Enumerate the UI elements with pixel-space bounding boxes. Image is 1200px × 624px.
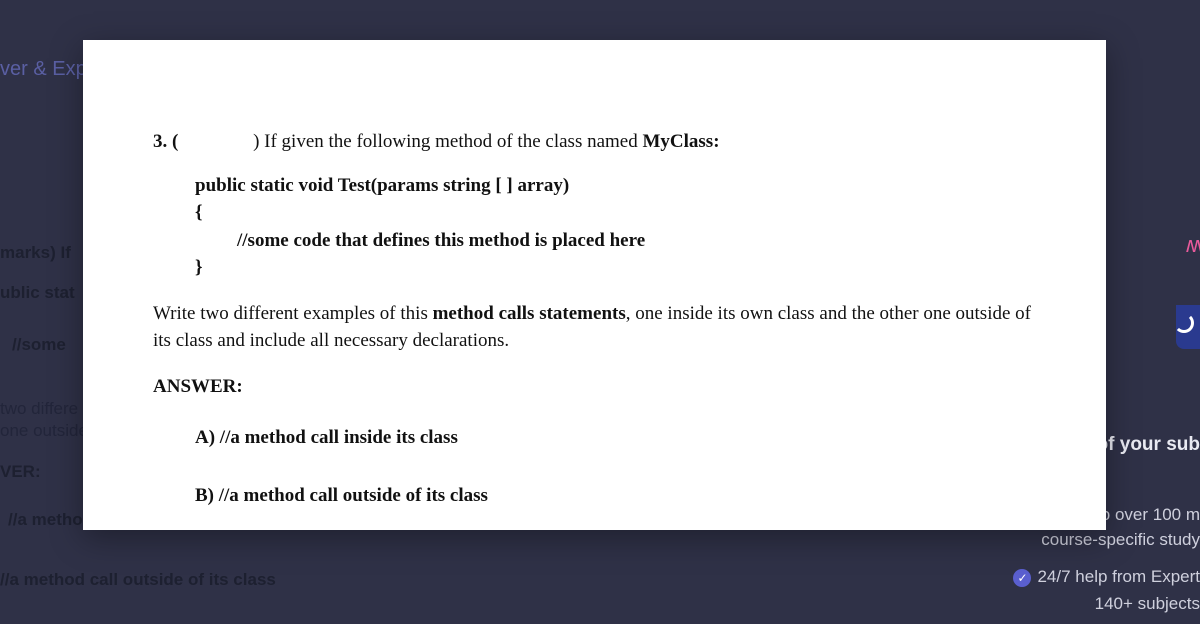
code-block: public static void Test(params string [ … <box>195 172 1036 282</box>
answer-heading: ANSWER: <box>153 373 1036 401</box>
q-paren: ) <box>253 131 259 152</box>
bg-text: one outside <box>0 421 88 441</box>
question-modal: 3. ( ) If given the following method of … <box>83 40 1106 530</box>
instr-part1: Write two different examples of this <box>153 303 433 324</box>
corner-widget <box>1176 305 1200 349</box>
bg-text: marks) If <box>0 243 71 263</box>
promo-line: course-specific study <box>1041 530 1200 550</box>
promo-help: 24/7 help from Expert <box>1037 567 1200 586</box>
bg-text: VER: <box>0 462 41 482</box>
code-line: //some code that defines this method is … <box>237 227 1036 255</box>
question-number: 3. ( <box>153 131 178 152</box>
code-line: { <box>195 199 1036 227</box>
bg-text: //a metho <box>8 510 83 530</box>
question-header: 3. ( ) If given the following method of … <box>153 128 1036 156</box>
page-background: ver & Exp marks) If ublic stat //some tw… <box>0 0 1200 624</box>
option-a: A) //a method call inside its class <box>195 424 1036 452</box>
code-line: public static void Test(params string [ … <box>195 172 1036 200</box>
check-icon: ✓ <box>1013 569 1031 587</box>
bg-text: //a method call outside of its class <box>0 570 276 590</box>
scribble-icon: ʍ <box>1186 232 1200 258</box>
q-classname: MyClass: <box>642 131 719 152</box>
bg-text: ublic stat <box>0 283 75 303</box>
instructions: Write two different examples of this met… <box>153 300 1036 355</box>
promo-line: to over 100 m <box>1096 505 1200 525</box>
promo-line: ✓ 24/7 help from Expert <box>1013 567 1200 587</box>
q-lead: If given the following method of the cla… <box>264 131 638 152</box>
bg-text: two differe <box>0 399 78 419</box>
code-line: } <box>195 254 1036 282</box>
document-content: 3. ( ) If given the following method of … <box>153 128 1036 509</box>
instr-bold: method calls statements <box>433 303 626 324</box>
option-b: B) //a method call outside of its class <box>195 482 1036 510</box>
bg-text: ver & Exp <box>0 58 87 81</box>
promo-line: 140+ subjects <box>1095 594 1200 614</box>
question-text: ) If given the following method of the c… <box>253 131 719 152</box>
bg-text: //some <box>12 335 66 355</box>
